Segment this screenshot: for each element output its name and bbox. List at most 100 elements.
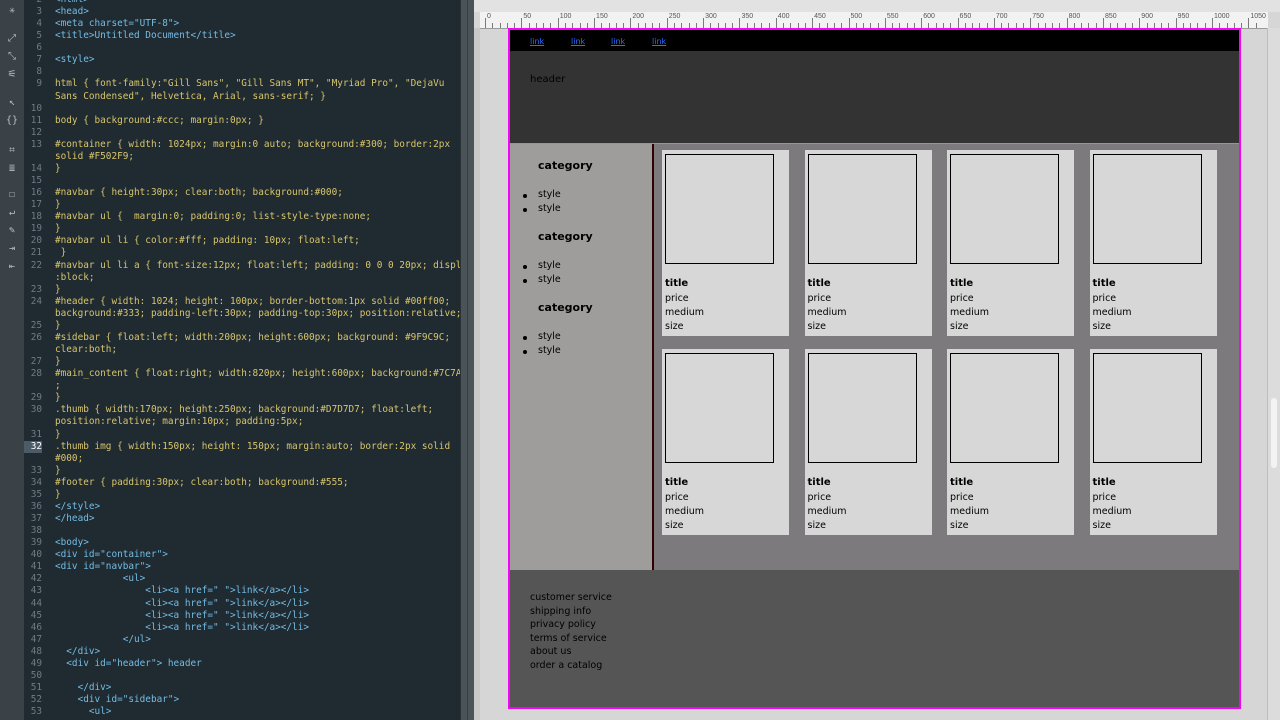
code-line[interactable]: 6: [24, 42, 460, 54]
code-line[interactable]: 24 #header { width: 1024; height: 100px; …: [24, 296, 460, 308]
code-line[interactable]: 21 }: [24, 247, 460, 259]
footer-link[interactable]: terms of service: [530, 633, 607, 644]
code-line[interactable]: 32 .thumb img { width:150px; height: 150p…: [24, 440, 460, 453]
asterisk-icon[interactable]: ✳: [6, 6, 18, 16]
code-line[interactable]: 41 <div id="navbar">: [24, 561, 460, 573]
code-line[interactable]: 18 #navbar ul { margin:0; padding:0; list…: [24, 211, 460, 223]
code-line[interactable]: 34 #footer { padding:30px; clear:both; ba…: [24, 477, 460, 489]
code-line[interactable]: 52 <div id="sidebar">: [24, 694, 460, 706]
code-line[interactable]: 19}: [24, 223, 460, 235]
product-image[interactable]: [665, 353, 774, 463]
brackets-icon[interactable]: {}: [6, 116, 18, 126]
code-line[interactable]: 22 #navbar ul li a { font-size:12px; floa…: [24, 260, 460, 272]
nav-link[interactable]: link: [611, 37, 625, 46]
code-line[interactable]: background:#333; padding-left:30px; padd…: [24, 308, 460, 320]
product-thumb[interactable]: title price medium size: [947, 150, 1074, 336]
sidebar-style-link[interactable]: style: [538, 189, 561, 200]
code-line[interactable]: 25}: [24, 320, 460, 332]
code-line[interactable]: 53 <ul>: [24, 706, 460, 718]
code-line[interactable]: 30 .thumb { width:170px; height:250px; ba…: [24, 404, 460, 416]
pointer-icon[interactable]: ↖: [6, 98, 18, 108]
product-thumb[interactable]: title price medium size: [662, 150, 789, 336]
filter-icon[interactable]: ⚟: [6, 70, 18, 80]
sidebar[interactable]: category style style category style style cate…: [510, 144, 652, 570]
sidebar-style-link[interactable]: style: [538, 345, 561, 356]
product-thumb[interactable]: title price medium size: [804, 150, 932, 336]
sidebar-style-link[interactable]: style: [538, 331, 561, 342]
code-line[interactable]: 12: [24, 127, 460, 139]
main-content[interactable]: title price medium size title price medium size…: [654, 144, 1239, 570]
format-icon[interactable]: ✎: [6, 226, 18, 236]
code-line[interactable]: 44 <li><a href=" ">link</a></li>: [24, 598, 460, 610]
code-line[interactable]: 39 <body>: [24, 537, 460, 549]
code-line[interactable]: 49 <div id="header"> header: [24, 658, 460, 670]
code-line[interactable]: position:relative; margin:10px; padding:…: [24, 416, 460, 428]
product-thumb[interactable]: title price medium size: [947, 349, 1074, 535]
code-line[interactable]: 10: [24, 103, 460, 115]
header[interactable]: header: [510, 51, 1239, 144]
code-line[interactable]: 33}: [24, 465, 460, 477]
code-line[interactable]: ;: [24, 380, 460, 392]
wrap-icon[interactable]: ↵: [6, 208, 18, 218]
code-line[interactable]: solid #F502F9;: [24, 151, 460, 163]
code-line[interactable]: 26 #sidebar { float:left; width:200px; he…: [24, 332, 460, 344]
code-line[interactable]: 35}: [24, 489, 460, 501]
code-editor[interactable]: 2<html>3<head>4<meta charset="UTF-8">5<t…: [24, 0, 460, 720]
product-image[interactable]: [807, 353, 917, 463]
code-line[interactable]: clear:both;: [24, 344, 460, 356]
nav-link[interactable]: link: [571, 37, 585, 46]
code-line[interactable]: 8: [24, 66, 460, 78]
product-thumb[interactable]: title price medium size: [662, 349, 789, 535]
code-line[interactable]: 9 html { font-family:"Gill Sans", "Gill S…: [24, 78, 460, 90]
code-line[interactable]: 38: [24, 525, 460, 537]
collapse-icon[interactable]: ⤡: [6, 52, 18, 62]
code-line[interactable]: 5 <title>Untitled Document</title>: [24, 30, 460, 42]
footer-link[interactable]: about us: [530, 646, 571, 657]
code-line[interactable]: 23}: [24, 284, 460, 296]
footer-link[interactable]: privacy policy: [530, 619, 596, 630]
sidebar-style-link[interactable]: style: [538, 274, 561, 285]
code-line[interactable]: 11 body { background:#ccc; margin:0px; }: [24, 115, 460, 127]
code-line[interactable]: 16 #navbar { height:30px; clear:both; bac…: [24, 187, 460, 199]
code-line[interactable]: 36 </style>: [24, 501, 460, 513]
code-line[interactable]: 48 </div>: [24, 646, 460, 658]
comment-icon[interactable]: ☐: [6, 190, 18, 200]
scrollbar-thumb[interactable]: [1271, 398, 1277, 468]
expand-icon[interactable]: ⤢: [6, 34, 18, 44]
code-line[interactable]: 14}: [24, 163, 460, 175]
code-line[interactable]: 15: [24, 175, 460, 187]
list-icon[interactable]: ≣: [6, 164, 18, 174]
product-thumb[interactable]: title price medium size: [1089, 150, 1217, 336]
code-line[interactable]: 28 #main_content { float:right; width:820…: [24, 368, 460, 380]
pane-splitter[interactable]: [460, 0, 475, 720]
code-line[interactable]: 43 <li><a href=" ">link</a></li>: [24, 585, 460, 597]
code-line[interactable]: 42 <ul>: [24, 573, 460, 585]
code-line[interactable]: 45 <li><a href=" ">link</a></li>: [24, 610, 460, 622]
code-line[interactable]: 51 </div>: [24, 682, 460, 694]
footer-link[interactable]: shipping info: [530, 606, 591, 617]
sidebar-style-link[interactable]: style: [538, 203, 561, 214]
sidebar-category[interactable]: category: [538, 159, 593, 172]
page-container[interactable]: link link link link header category style sty…: [508, 28, 1241, 709]
code-line[interactable]: 3 <head>: [24, 6, 460, 18]
code-line[interactable]: 31}: [24, 429, 460, 441]
code-line[interactable]: 27}: [24, 356, 460, 368]
code-line[interactable]: 20 #navbar ul li { color:#fff; padding: 1…: [24, 235, 460, 247]
code-line[interactable]: 7 <style>: [24, 54, 460, 66]
footer-link[interactable]: order a catalog: [530, 660, 602, 671]
outdent-icon[interactable]: ⇤: [6, 262, 18, 272]
nav-link[interactable]: link: [530, 37, 544, 46]
code-line[interactable]: #000;: [24, 453, 460, 465]
sidebar-category[interactable]: category: [538, 301, 593, 314]
vertical-scrollbar[interactable]: [1267, 28, 1280, 720]
nav-link[interactable]: link: [652, 37, 666, 46]
product-image[interactable]: [807, 154, 917, 264]
code-line[interactable]: 40 <div id="container">: [24, 549, 460, 561]
code-line[interactable]: 47 </ul>: [24, 634, 460, 646]
code-line[interactable]: 46 <li><a href=" ">link</a></li>: [24, 622, 460, 634]
code-block-icon[interactable]: ⌗: [6, 146, 18, 156]
code-line[interactable]: 50: [24, 670, 460, 682]
sidebar-style-link[interactable]: style: [538, 260, 561, 271]
sidebar-category[interactable]: category: [538, 230, 593, 243]
product-image[interactable]: [665, 154, 774, 264]
